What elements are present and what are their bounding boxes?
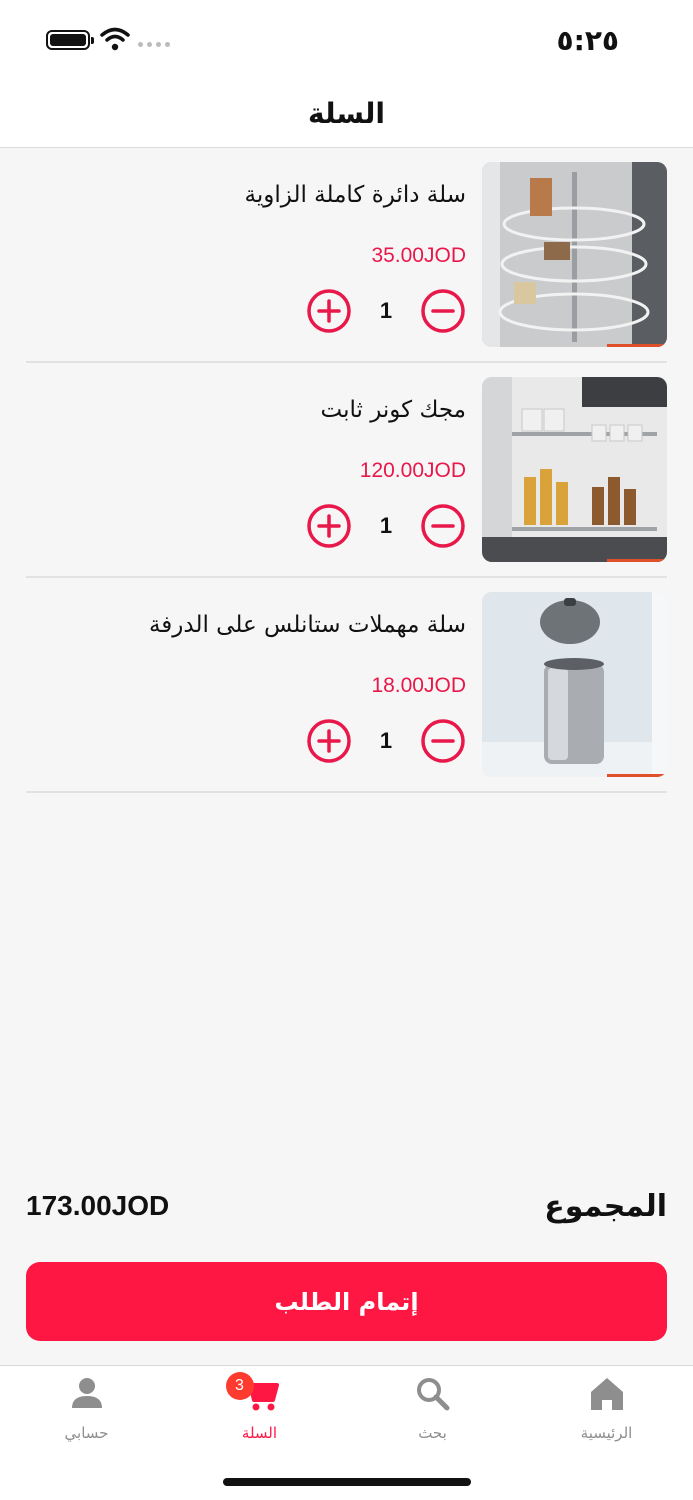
minus-circle-icon[interactable] — [420, 503, 466, 549]
minus-circle-icon[interactable] — [420, 288, 466, 334]
cart-icon: 3 — [225, 1372, 280, 1414]
quantity-value: 1 — [379, 513, 393, 538]
quantity-value: 1 — [379, 298, 393, 323]
checkout-button[interactable]: إتمام الطلب — [26, 1262, 667, 1341]
minus-circle-icon[interactable] — [420, 718, 466, 764]
status-bar: ٥:٢٥ — [0, 0, 693, 80]
quantity-stepper: 1 — [306, 503, 466, 549]
navigation-bar: السلة — [0, 80, 693, 148]
cart-item: سلة دائرة كاملة الزاوية 35.00JOD 1 — [26, 148, 667, 363]
signal-icon — [138, 42, 170, 47]
person-icon — [67, 1374, 107, 1414]
status-time: ٥:٢٥ — [556, 24, 619, 57]
item-price: 35.00JOD — [371, 244, 466, 267]
product-image-corner-pullout-rack[interactable] — [482, 377, 667, 562]
item-title: مجك كونر ثابت — [320, 397, 467, 423]
tab-label: الرئيسية — [580, 1424, 633, 1442]
item-price: 120.00JOD — [359, 459, 466, 482]
item-title: سلة مهملات ستانلس على الدرفة — [148, 612, 466, 638]
tab-label: حسابي — [64, 1424, 109, 1442]
cart-item: مجك كونر ثابت 120.00JOD 1 — [26, 363, 667, 578]
wifi-icon — [100, 27, 130, 51]
tab-account[interactable]: حسابي — [0, 1366, 173, 1466]
quantity-value: 1 — [379, 728, 393, 753]
product-image-corner-carousel-basket[interactable] — [482, 162, 667, 347]
item-title: سلة دائرة كاملة الزاوية — [244, 182, 466, 208]
plus-circle-icon[interactable] — [306, 718, 352, 764]
quantity-stepper: 1 — [306, 718, 466, 764]
quantity-stepper: 1 — [306, 288, 466, 334]
search-icon — [413, 1374, 453, 1414]
battery-icon — [46, 30, 94, 50]
cart-badge: 3 — [225, 1372, 254, 1400]
product-image-stainless-trash-bin[interactable] — [482, 592, 667, 777]
page-title: السلة — [307, 97, 385, 130]
plus-circle-icon[interactable] — [306, 503, 352, 549]
home-indicator — [223, 1478, 471, 1486]
cart-item: سلة مهملات ستانلس على الدرفة 18.00JOD 1 — [26, 578, 667, 793]
home-icon — [587, 1374, 627, 1414]
total-value: 173.00JOD — [26, 1190, 170, 1221]
cart-total: 173.00JOD المجموع — [26, 1184, 667, 1228]
tab-home[interactable]: الرئيسية — [520, 1366, 693, 1466]
tab-label: بحث — [418, 1424, 447, 1442]
tab-search[interactable]: بحث — [346, 1366, 519, 1466]
tab-label: السلة — [241, 1424, 278, 1442]
tab-cart[interactable]: 3 السلة — [173, 1366, 346, 1466]
plus-circle-icon[interactable] — [306, 288, 352, 334]
item-price: 18.00JOD — [371, 674, 466, 697]
total-label: المجموع — [544, 1188, 667, 1224]
